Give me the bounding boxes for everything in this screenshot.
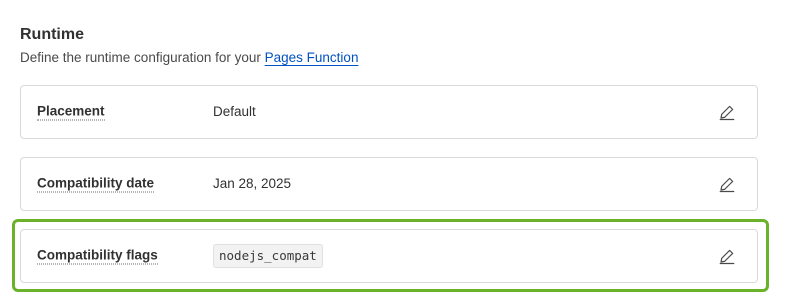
placement-row: Placement Default xyxy=(20,85,758,139)
section-title: Runtime xyxy=(20,26,84,43)
compatibility-flags-label[interactable]: Compatibility flags xyxy=(37,248,158,265)
section-description: Define the runtime configuration for you… xyxy=(20,50,358,65)
runtime-section: Runtime Define the runtime configuration… xyxy=(0,0,789,301)
compatibility-date-label[interactable]: Compatibility date xyxy=(37,176,155,193)
pencil-edit-icon xyxy=(719,177,735,193)
compatibility-date-row: Compatibility date Jan 28, 2025 xyxy=(20,157,758,211)
edit-placement-button[interactable] xyxy=(717,102,737,122)
pencil-edit-icon xyxy=(719,105,735,121)
edit-compatibility-date-button[interactable] xyxy=(717,174,737,194)
placement-value: Default xyxy=(213,104,256,119)
compatibility-flags-row: Compatibility flags nodejs_compat xyxy=(20,229,758,283)
description-text: Define the runtime configuration for you… xyxy=(20,50,265,65)
edit-compatibility-flags-button[interactable] xyxy=(717,246,737,266)
compatibility-date-value: Jan 28, 2025 xyxy=(213,176,292,191)
pages-function-link[interactable]: Pages Function xyxy=(265,50,359,65)
compatibility-flags-value: nodejs_compat xyxy=(213,244,323,268)
placement-label[interactable]: Placement xyxy=(37,104,105,121)
pencil-edit-icon xyxy=(719,249,735,265)
